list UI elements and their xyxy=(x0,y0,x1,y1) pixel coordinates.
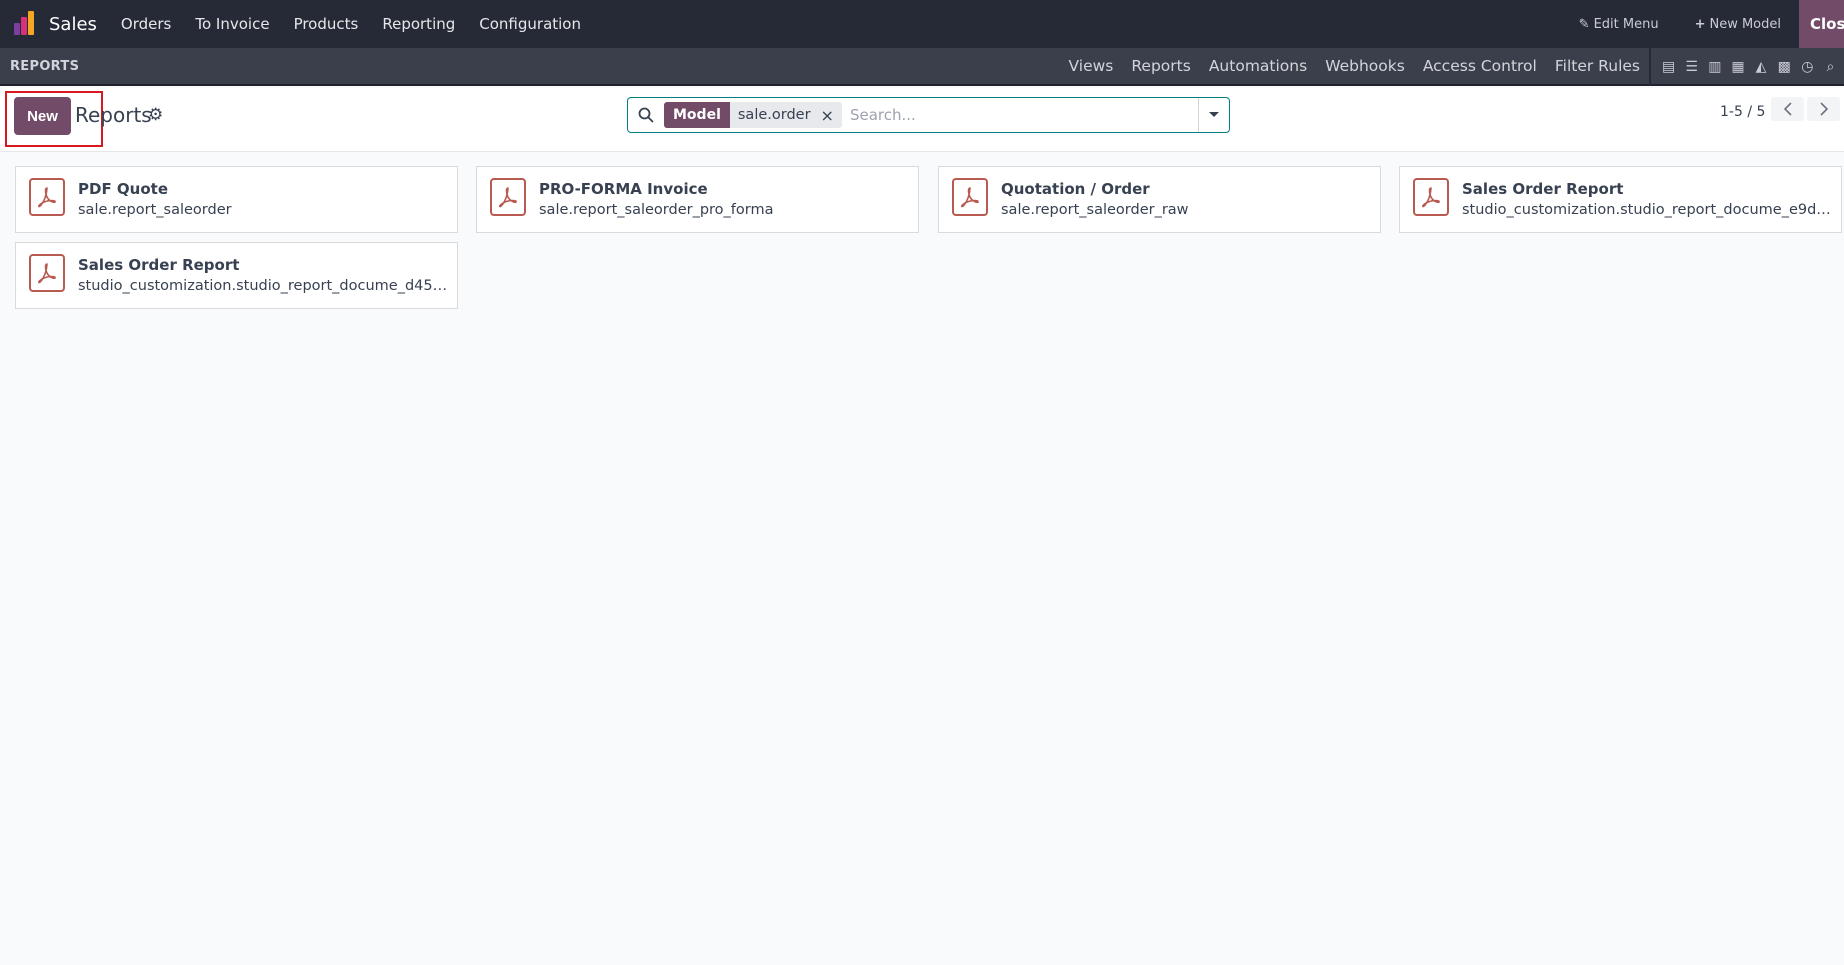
report-title: PRO-FORMA Invoice xyxy=(539,180,708,198)
report-card[interactable]: Sales Order Report studio_customization.… xyxy=(1399,166,1842,233)
pdf-icon xyxy=(29,178,65,216)
studio-menu-filter-rules[interactable]: Filter Rules xyxy=(1546,57,1649,75)
close-studio-button[interactable]: Close xyxy=(1799,0,1844,48)
studio-menu-reports[interactable]: Reports xyxy=(1122,57,1199,75)
report-technical-name: sale.report_saleorder xyxy=(78,202,232,218)
studio-menu-automations[interactable]: Automations xyxy=(1200,57,1316,75)
page-title: Reports xyxy=(75,103,152,127)
pdf-icon xyxy=(1413,178,1449,216)
edit-menu-link[interactable]: ✎ Edit Menu xyxy=(1561,17,1677,32)
pager-previous-button[interactable] xyxy=(1771,97,1804,121)
edit-menu-label: Edit Menu xyxy=(1593,16,1659,32)
nav-to-invoice[interactable]: To Invoice xyxy=(183,0,281,48)
new-model-link[interactable]: + New Model xyxy=(1677,17,1799,32)
nav-reporting[interactable]: Reporting xyxy=(370,0,467,48)
report-technical-name: studio_customization.studio_report_docum… xyxy=(1462,202,1834,218)
pdf-icon xyxy=(952,178,988,216)
search-options-toggle[interactable] xyxy=(1198,98,1229,132)
form-view-icon[interactable]: ▤ xyxy=(1660,59,1678,75)
graph-view-icon[interactable]: ◭ xyxy=(1752,59,1770,75)
pdf-icon xyxy=(29,254,65,292)
search-input[interactable] xyxy=(845,106,1198,124)
report-technical-name: sale.report_saleorder_raw xyxy=(1001,202,1189,218)
caret-down-icon xyxy=(1209,112,1219,117)
pager-next-button[interactable] xyxy=(1807,97,1840,121)
new-model-label: New Model xyxy=(1709,16,1781,32)
report-card[interactable]: Quotation / Order sale.report_saleorder_… xyxy=(938,166,1381,233)
nav-products[interactable]: Products xyxy=(282,0,371,48)
new-button[interactable]: New xyxy=(14,97,71,135)
pager-value[interactable]: 1-5 / 5 xyxy=(1720,104,1765,120)
pencil-icon: ✎ xyxy=(1578,16,1590,32)
nav-orders[interactable]: Orders xyxy=(109,0,183,48)
report-card[interactable]: Sales Order Report studio_customization.… xyxy=(15,242,458,309)
section-title: REPORTS xyxy=(10,58,80,74)
top-navbar: Sales Orders To Invoice Products Reporti… xyxy=(0,0,1844,48)
report-technical-name: sale.report_saleorder_pro_forma xyxy=(539,202,774,218)
report-card[interactable]: PRO-FORMA Invoice sale.report_saleorder_… xyxy=(476,166,919,233)
nav-configuration[interactable]: Configuration xyxy=(467,0,593,48)
app-name[interactable]: Sales xyxy=(49,14,97,35)
view-switcher: ▤ ☰ ▥ ▦ ◭ ▩ ◷ ⌕ xyxy=(1649,48,1844,86)
control-panel: New Reports ⚙ Model sale.order × 1-5 / 5 xyxy=(0,88,1844,152)
kanban-view-icon[interactable]: ▥ xyxy=(1706,59,1724,75)
studio-subbar: REPORTS Views Reports Automations Webhoo… xyxy=(0,48,1844,86)
remove-facet-icon[interactable]: × xyxy=(821,106,834,125)
list-view-icon[interactable]: ☰ xyxy=(1683,59,1701,75)
studio-menu-access-control[interactable]: Access Control xyxy=(1414,57,1546,75)
report-title: Sales Order Report xyxy=(78,256,240,274)
search-icon[interactable] xyxy=(628,107,664,123)
activity-view-icon[interactable]: ◷ xyxy=(1798,59,1816,75)
facet-label: Model xyxy=(664,102,730,128)
facet-value: sale.order xyxy=(737,107,811,123)
search-facet-model: Model sale.order × xyxy=(664,102,842,128)
report-title: Sales Order Report xyxy=(1462,180,1624,198)
report-card[interactable]: PDF Quote sale.report_saleorder xyxy=(15,166,458,233)
chevron-left-icon xyxy=(1783,102,1792,116)
search-bar: Model sale.order × xyxy=(627,97,1230,133)
pivot-view-icon[interactable]: ▩ xyxy=(1775,59,1793,75)
report-title: Quotation / Order xyxy=(1001,180,1150,198)
report-technical-name: studio_customization.studio_report_docum… xyxy=(78,278,450,294)
plus-icon: + xyxy=(1694,16,1706,32)
chevron-right-icon xyxy=(1819,102,1828,116)
report-title: PDF Quote xyxy=(78,180,168,198)
search-view-icon[interactable]: ⌕ xyxy=(1821,59,1839,75)
studio-menu-views[interactable]: Views xyxy=(1060,57,1123,75)
studio-menu-webhooks[interactable]: Webhooks xyxy=(1316,57,1414,75)
gear-icon[interactable]: ⚙ xyxy=(148,105,163,125)
calendar-view-icon[interactable]: ▦ xyxy=(1729,59,1747,75)
pdf-icon xyxy=(490,178,526,216)
sales-app-icon[interactable] xyxy=(12,10,40,38)
studio-menu: Views Reports Automations Webhooks Acces… xyxy=(1060,47,1650,85)
